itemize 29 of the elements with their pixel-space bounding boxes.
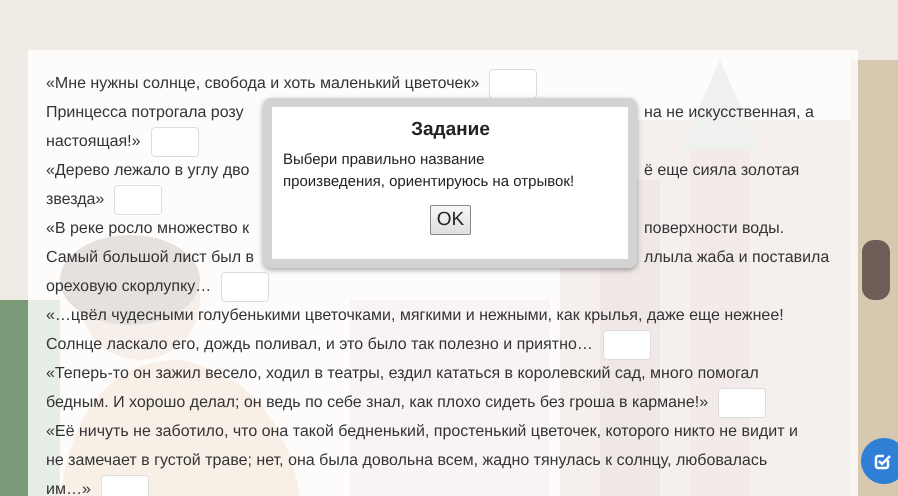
passage-text: Принцесса потрогала розу xyxy=(46,104,244,122)
passage-text: «Дерево лежало в углу дво xyxy=(46,162,250,180)
dialog-message: Выбери правильно название произведения, ориентируюсь на отрывок! xyxy=(283,150,576,192)
dialog-title: Задание xyxy=(411,119,490,141)
answer-field[interactable] xyxy=(150,126,199,156)
passage-text: поверхности воды. xyxy=(644,220,784,238)
passage-text: Солнце ласкало его, дождь поливал, и это было так полезно и приятно… xyxy=(46,336,593,354)
passage-text: настоящая!» xyxy=(46,132,141,150)
answer-field[interactable] xyxy=(100,474,149,496)
passage-text: звезда» xyxy=(46,190,104,208)
passage-text: им…» xyxy=(46,480,91,496)
passage-text: ллыла жаба и поставила xyxy=(644,248,830,266)
answer-field[interactable] xyxy=(221,272,270,302)
passage-text: «…цвёл чудесными голубенькими цветочками, мягкими и нежными, как крылья, даже еще нежнее! xyxy=(46,306,784,324)
passage-text: бедным. И хорошо делал; он ведь по себе знал, как плохо сидеть без гроша в кармане!» xyxy=(46,394,708,412)
passage-text: «В реке росло множество к xyxy=(46,220,250,238)
answer-field[interactable] xyxy=(718,388,766,418)
passage-text: Самый большой лист был в xyxy=(46,248,254,266)
passage-text: ё еще сияла золотая xyxy=(644,162,800,180)
answer-field[interactable] xyxy=(489,68,538,98)
passage-text: «Её ничуть не заботило, что она такой бедненький, простенький цветочек, которого никто не видит и xyxy=(46,422,798,440)
ok-button[interactable]: OK xyxy=(430,205,472,235)
answer-field[interactable] xyxy=(602,330,651,360)
passage-text: ореховую скорлупку… xyxy=(46,278,212,296)
passage-text: «Мне нужны солнце, свобода и хоть маленький цветочек» xyxy=(46,74,480,92)
passage-text: не замечает в густой траве; нет, она была довольна всем, жадно тянулась к солнцу, любовалась xyxy=(46,452,768,470)
answer-field[interactable] xyxy=(114,184,162,214)
passage-text: «Теперь-то он зажил весело, ходил в театры, ездил кататься в королевский сад, много помогал xyxy=(46,364,759,382)
passage-text: на не искусственная, а xyxy=(644,104,814,122)
